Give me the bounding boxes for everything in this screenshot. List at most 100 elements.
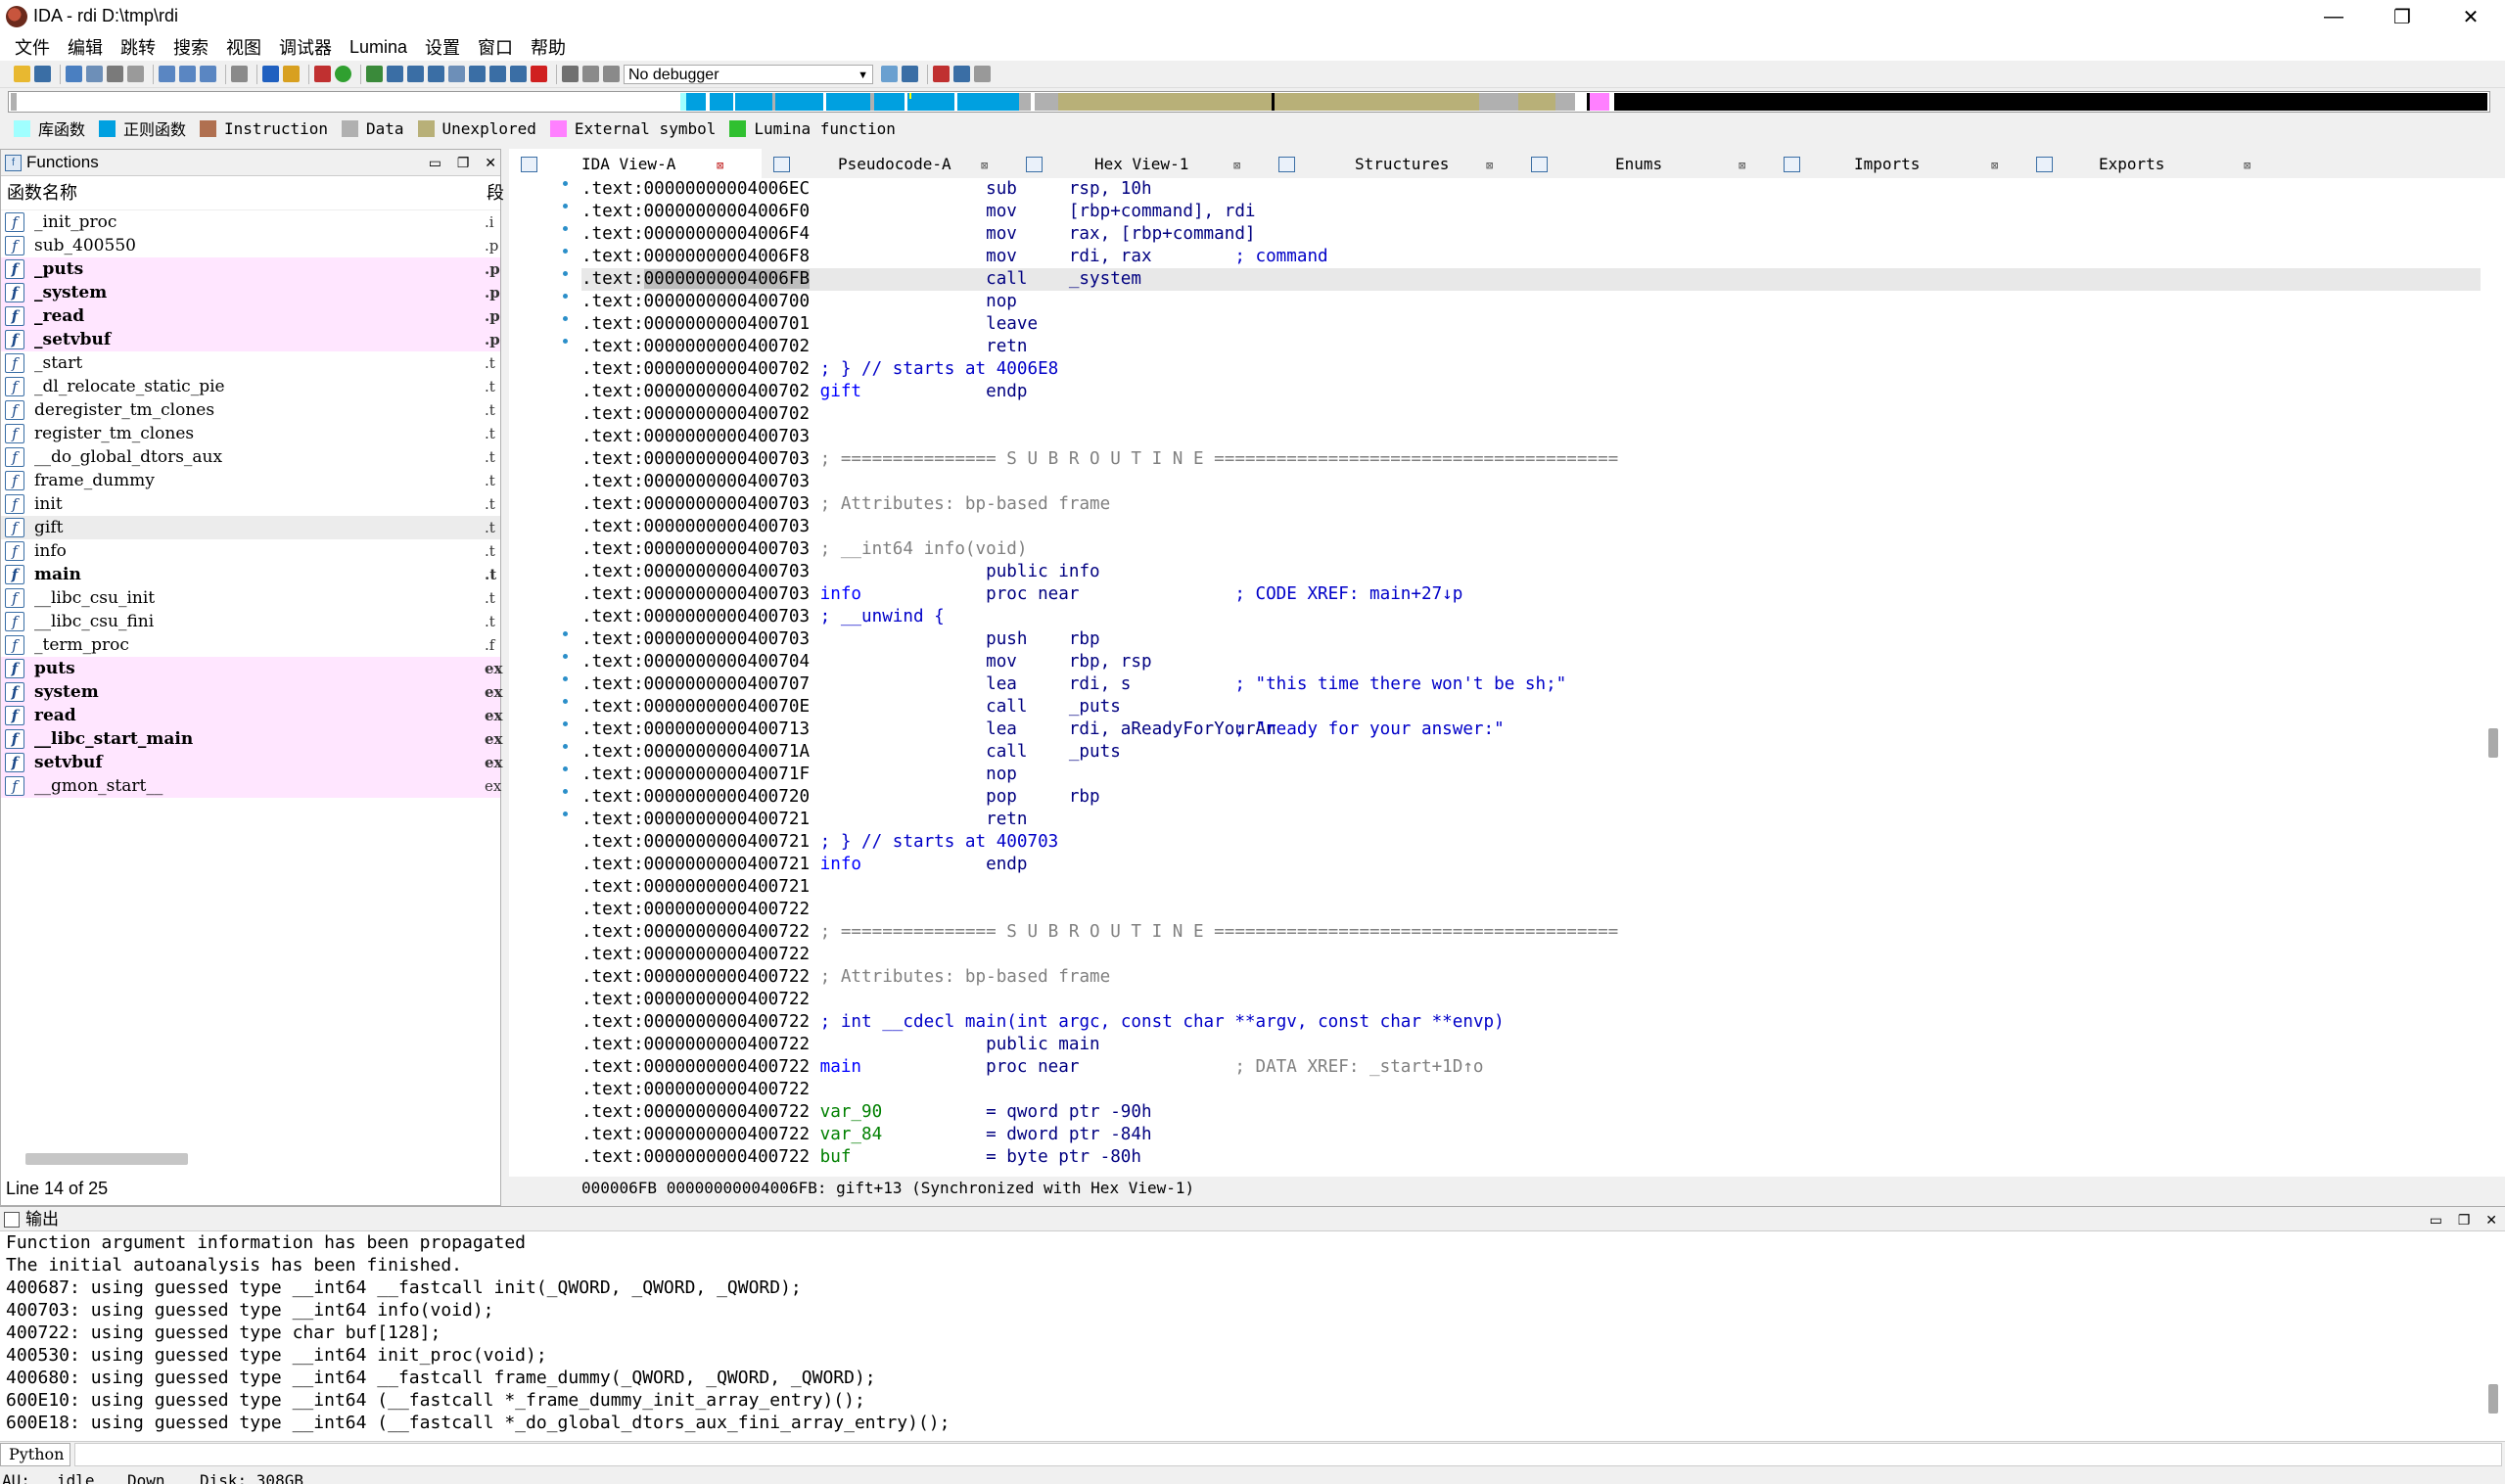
disasm-line[interactable]: .text:0000000000400713 lea rdi, aReadyFor…: [581, 719, 2481, 741]
function-row[interactable]: f __do_global_dtors_aux .t: [1, 445, 500, 469]
function-row[interactable]: f main .t: [1, 563, 500, 586]
search-icon[interactable]: [231, 66, 248, 82]
disasm-line[interactable]: .text:0000000000400703 ; __int64 info(vo…: [581, 538, 2481, 561]
disasm-line[interactable]: .text:0000000000400703 ; Attributes: bp-…: [581, 493, 2481, 516]
function-row[interactable]: f __libc_start_main ex: [1, 727, 503, 751]
disasm-line[interactable]: .text:000000000040070E call _puts: [581, 696, 2481, 719]
disasm-line[interactable]: .text:0000000000400702 gift endp: [581, 381, 2481, 403]
xref-icon[interactable]: [387, 66, 403, 82]
disasm-line[interactable]: .text:0000000000400702 retn: [581, 336, 2481, 358]
function-row[interactable]: f frame_dummy .t: [1, 469, 500, 492]
column-segment[interactable]: 段: [487, 176, 504, 209]
close-tab-icon[interactable]: ⊠: [717, 150, 723, 181]
python-language-button[interactable]: Python: [0, 1443, 70, 1466]
disasm-line[interactable]: .text:0000000000400707 lea rdi, s ; "this …: [581, 673, 2481, 696]
disasm-line[interactable]: .text:0000000000400703 ; ===============…: [581, 448, 2481, 471]
disasm-line[interactable]: .text:0000000000400722: [581, 1079, 2481, 1101]
ida-view-disassembly[interactable]: .text:00000000004006EC sub rsp, 10h .text:…: [509, 178, 2505, 1177]
disasm-line[interactable]: .text:0000000000400703 push rbp: [581, 628, 2481, 651]
maximize-button[interactable]: ❐: [2368, 0, 2436, 33]
tab-structures[interactable]: Structures ⊠: [1267, 149, 1519, 178]
close-tab-icon[interactable]: ⊠: [1233, 150, 1240, 181]
close-button[interactable]: ✕: [2436, 0, 2505, 33]
disassembly-vertical-scrollbar[interactable]: [2488, 728, 2498, 758]
output-window[interactable]: Function argument information has been p…: [0, 1231, 2505, 1441]
menu-options[interactable]: 设置: [416, 34, 469, 60]
column-function-name[interactable]: 函数名称: [7, 183, 77, 203]
python-command-input[interactable]: [74, 1443, 2502, 1466]
dropdown-arrow-icon[interactable]: [448, 66, 465, 82]
play-icon[interactable]: [562, 66, 579, 82]
function-row[interactable]: f read ex: [1, 704, 503, 727]
close-tab-icon[interactable]: ⊠: [2244, 150, 2250, 181]
function-row[interactable]: f system ex: [1, 680, 503, 704]
tab-imports[interactable]: Imports ⊠: [1772, 149, 2024, 178]
breakpoint-list-icon[interactable]: [933, 66, 950, 82]
disasm-line[interactable]: .text:0000000000400703 public info: [581, 561, 2481, 583]
down-arrow-icon[interactable]: [262, 66, 279, 82]
function-row[interactable]: f _init_proc .i: [1, 210, 500, 234]
run-analysis-icon[interactable]: [335, 66, 351, 82]
debugger-select[interactable]: No debugger ▼: [624, 64, 873, 84]
disasm-line[interactable]: .text:0000000000400722: [581, 989, 2481, 1011]
disasm-line[interactable]: .text:0000000000400704 mov rbp, rsp: [581, 651, 2481, 673]
disasm-line[interactable]: .text:00000000004006EC sub rsp, 10h: [581, 178, 2481, 201]
trace-icon[interactable]: [974, 66, 991, 82]
disasm-line[interactable]: .text:0000000000400703: [581, 516, 2481, 538]
menu-edit[interactable]: 编辑: [59, 34, 112, 60]
back-arrow-icon[interactable]: [66, 66, 82, 82]
chart-icon[interactable]: [366, 66, 383, 82]
tab-ida-view-a[interactable]: IDA View-A ⊠: [509, 149, 762, 178]
disasm-line[interactable]: .text:0000000000400720 pop rbp: [581, 786, 2481, 809]
call-graph-icon[interactable]: [407, 66, 424, 82]
disasm-line[interactable]: .text:0000000000400722 ; int __cdecl mai…: [581, 1011, 2481, 1034]
disasm-line[interactable]: .text:000000000040071A call _puts: [581, 741, 2481, 764]
pause-icon[interactable]: [582, 66, 599, 82]
function-row[interactable]: f _term_proc .f: [1, 633, 500, 657]
stop-icon[interactable]: [531, 66, 547, 82]
function-row[interactable]: f sub_400550 .p: [1, 234, 500, 257]
open-file-icon[interactable]: [14, 66, 30, 82]
graph-icon[interactable]: [314, 66, 331, 82]
disasm-line[interactable]: .text:0000000000400703: [581, 471, 2481, 493]
copy-icon[interactable]: [159, 66, 175, 82]
structure-icon[interactable]: [489, 66, 506, 82]
disasm-line[interactable]: .text:00000000004006F4 mov rax, [rbp+comm…: [581, 223, 2481, 246]
function-row[interactable]: f info .t: [1, 539, 500, 563]
menu-lumina[interactable]: Lumina: [341, 37, 416, 58]
disasm-line[interactable]: .text:0000000000400721 retn: [581, 809, 2481, 831]
folder-icon[interactable]: [283, 66, 300, 82]
restore-panel-icon[interactable]: ▭: [429, 155, 441, 170]
disasm-line[interactable]: .text:0000000000400721 ; } // starts at …: [581, 831, 2481, 854]
menu-help[interactable]: 帮助: [522, 34, 575, 60]
close-panel-icon[interactable]: ✕: [2485, 1212, 2497, 1228]
refresh-icon[interactable]: [902, 66, 918, 82]
float-panel-icon[interactable]: ❐: [457, 155, 470, 170]
tab-hex-view-1[interactable]: Hex View-1 ⊠: [1014, 149, 1267, 178]
dropdown-arrow-icon[interactable]: [127, 66, 144, 82]
dropdown-arrow-icon[interactable]: [86, 66, 103, 82]
function-row[interactable]: f _puts .p: [1, 257, 500, 281]
binary-icon[interactable]: [200, 66, 216, 82]
menu-view[interactable]: 视图: [217, 34, 270, 60]
output-vertical-scrollbar[interactable]: [2488, 1384, 2498, 1414]
restore-panel-icon[interactable]: ▭: [2430, 1212, 2442, 1228]
function-row[interactable]: f deregister_tm_clones .t: [1, 398, 500, 422]
enum-icon[interactable]: [510, 66, 527, 82]
close-tab-icon[interactable]: ⊠: [1486, 150, 1493, 181]
close-tab-icon[interactable]: ⊠: [1991, 150, 1998, 181]
flow-icon[interactable]: [428, 66, 444, 82]
tab-pseudocode-a[interactable]: Pseudocode-A ⊠: [762, 149, 1014, 178]
menu-debugger[interactable]: 调试器: [270, 34, 341, 60]
plugin-icon[interactable]: [469, 66, 486, 82]
tab-enums[interactable]: Enums ⊠: [1519, 149, 1772, 178]
disasm-line[interactable]: .text:0000000000400721: [581, 876, 2481, 899]
menu-file[interactable]: 文件: [6, 34, 59, 60]
disasm-line[interactable]: .text:0000000000400701 leave: [581, 313, 2481, 336]
function-row[interactable]: f _system .p: [1, 281, 500, 304]
menu-search[interactable]: 搜索: [164, 34, 217, 60]
attach-icon[interactable]: [881, 66, 898, 82]
disasm-line[interactable]: .text:0000000000400703 ; __unwind {: [581, 606, 2481, 628]
disasm-line[interactable]: .text:0000000000400700 nop: [581, 291, 2481, 313]
disasm-line[interactable]: .text:0000000000400703: [581, 426, 2481, 448]
